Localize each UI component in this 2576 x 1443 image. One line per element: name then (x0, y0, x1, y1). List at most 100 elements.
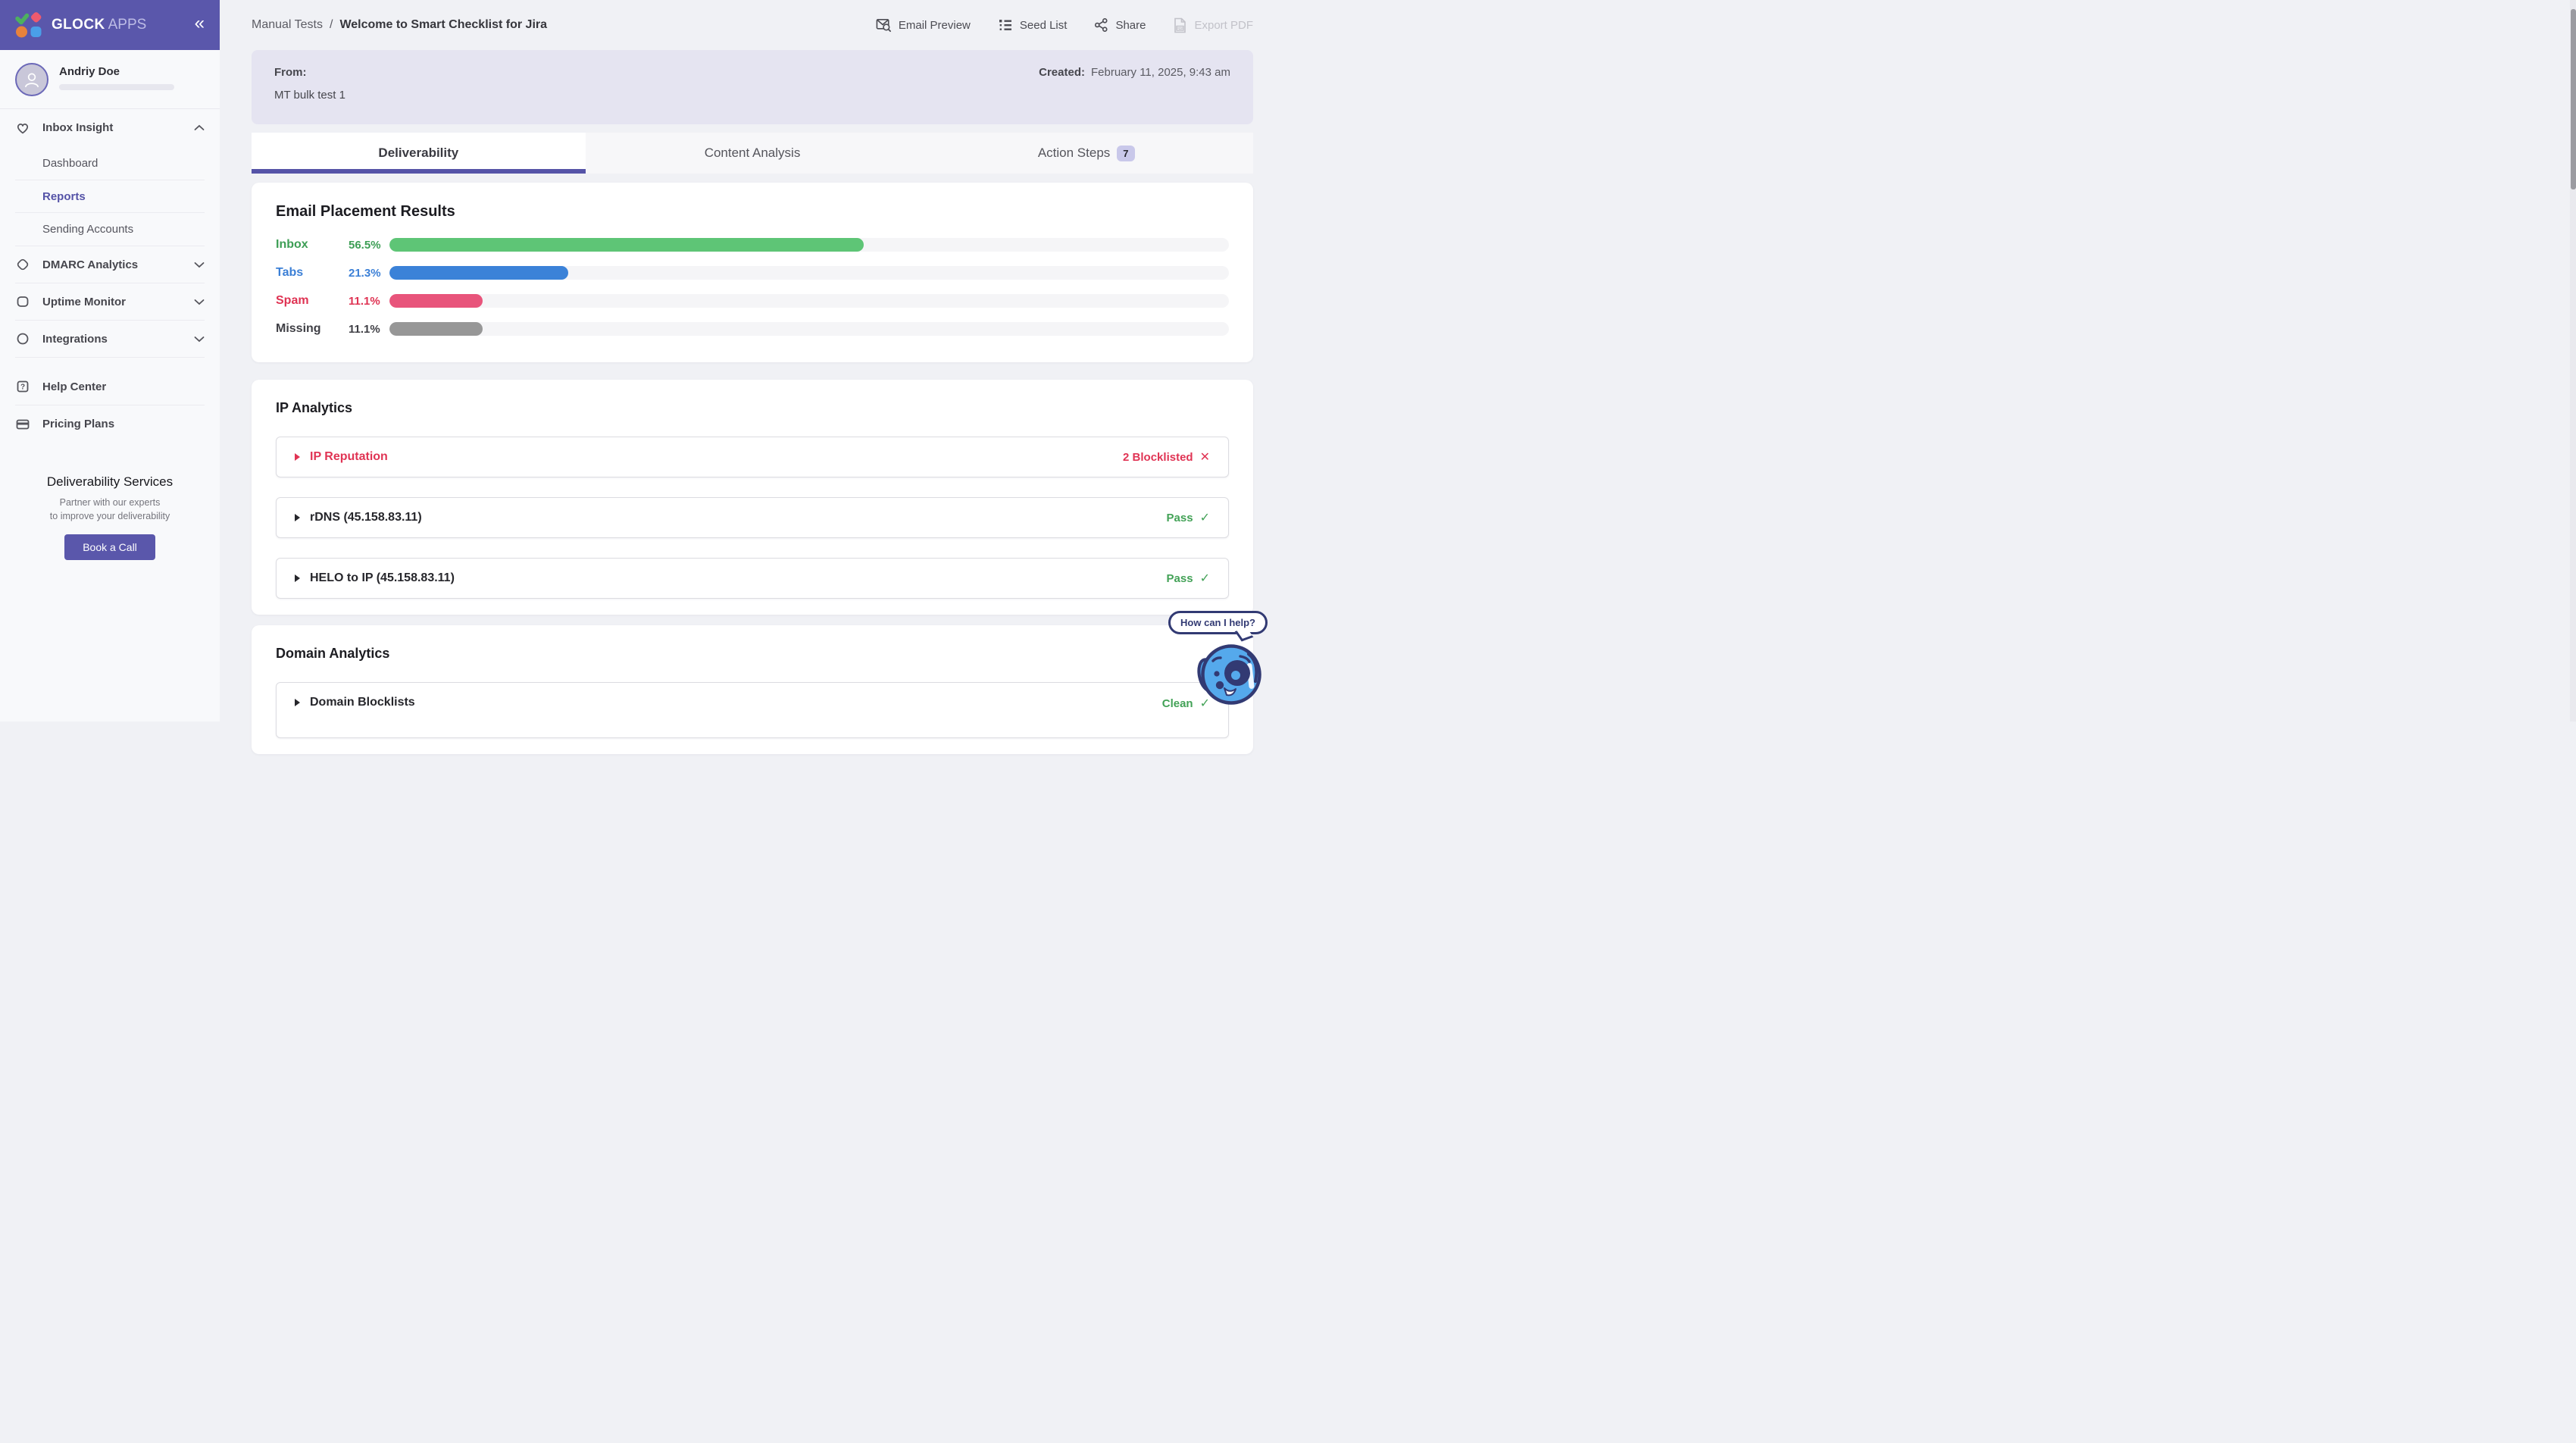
bar-value: 11.1% (349, 323, 389, 336)
section-title: IP Analytics (276, 400, 1229, 416)
credit-card-icon (15, 417, 30, 432)
sidebar-item-help-center[interactable]: ? Help Center (15, 368, 205, 405)
status-badge: Pass ✓ (1167, 510, 1210, 525)
svg-text:PDF: PDF (1177, 26, 1183, 30)
sidebar-header: GLOCKAPPS « (0, 0, 220, 50)
section-title: Email Placement Results (276, 203, 1229, 221)
bar-label: Spam (276, 294, 349, 308)
bar-value: 56.5% (349, 239, 389, 252)
action-label: Export PDF (1194, 19, 1253, 32)
row-label-wrap: IP Reputation (295, 450, 388, 464)
person-icon (22, 70, 42, 89)
chevron-down-icon (194, 333, 205, 346)
sidebar-item-inbox-insight[interactable]: Inbox Insight (15, 109, 205, 146)
row-label: HELO to IP (45.158.83.11) (310, 571, 455, 585)
chatbot-speech-bubble[interactable]: How can I help? (1168, 611, 1268, 634)
bar-fill (389, 266, 568, 280)
sidebar-item-dashboard[interactable]: Dashboard (15, 146, 205, 180)
report-tabs: Deliverability Content Analysis Action S… (252, 133, 1253, 174)
placement-bars: Inbox 56.5% Tabs 21.3% Spam 11.1% Missin… (276, 238, 1229, 336)
sidebar-item-pricing-plans[interactable]: Pricing Plans (15, 405, 205, 443)
email-preview-icon (876, 17, 892, 33)
sidebar-item-label: Help Center (42, 380, 106, 393)
user-name: Andriy Doe (59, 65, 174, 78)
row-label-wrap: rDNS (45.158.83.11) (295, 511, 422, 524)
sidebar-menu: Inbox Insight Dashboard Reports Sending … (0, 109, 220, 443)
bar-value: 21.3% (349, 267, 389, 280)
user-email-redacted (59, 84, 174, 90)
sidebar-item-label: Reports (42, 190, 86, 203)
tab-label: Content Analysis (705, 146, 801, 161)
tab-label: Deliverability (378, 146, 458, 161)
sidebar-item-integrations[interactable]: Integrations (15, 321, 205, 358)
sidebar-item-label: DMARC Analytics (42, 258, 138, 271)
tab-action-steps[interactable]: Action Steps 7 (919, 133, 1253, 174)
helo-to-ip-row[interactable]: HELO to IP (45.158.83.11) Pass ✓ (276, 558, 1229, 599)
brand-light: APPS (108, 17, 147, 33)
sidebar-item-sending-accounts[interactable]: Sending Accounts (15, 213, 205, 246)
check-icon: ✓ (1200, 571, 1210, 586)
export-pdf-button[interactable]: PDF Export PDF (1173, 17, 1253, 33)
row-label: Domain Blocklists (310, 696, 415, 709)
bar-fill (389, 294, 483, 308)
glockapps-logo-icon (15, 11, 42, 39)
email-preview-button[interactable]: Email Preview (876, 17, 971, 33)
bar-fill (389, 322, 483, 336)
scrollbar-track[interactable] (2570, 0, 2576, 722)
row-label: IP Reputation (310, 450, 388, 464)
status-badge: 2 Blocklisted ✕ (1123, 449, 1210, 465)
user-profile[interactable]: Andriy Doe (0, 50, 220, 109)
sidebar-item-dmarc-analytics[interactable]: DMARC Analytics (15, 246, 205, 283)
tab-content-analysis[interactable]: Content Analysis (586, 133, 920, 174)
created-info: Created:February 11, 2025, 9:43 am (1039, 66, 1230, 108)
share-button[interactable]: Share (1094, 17, 1146, 33)
seed-list-icon (998, 17, 1013, 33)
share-icon (1094, 17, 1108, 33)
created-label: Created: (1039, 66, 1085, 79)
tab-deliverability[interactable]: Deliverability (252, 133, 586, 174)
chevron-down-icon (194, 258, 205, 271)
check-icon: ✓ (1200, 510, 1210, 525)
domain-blocklists-row[interactable]: Domain Blocklists Clean ✓ (276, 682, 1229, 738)
expand-triangle-icon (295, 453, 300, 461)
svg-text:?: ? (20, 383, 25, 392)
sidebar-item-uptime-monitor[interactable]: Uptime Monitor (15, 283, 205, 321)
breadcrumb-parent[interactable]: Manual Tests (252, 18, 323, 32)
sidebar-item-label: Sending Accounts (42, 223, 133, 236)
seed-list-button[interactable]: Seed List (998, 17, 1068, 33)
section-title: Domain Analytics (276, 646, 1229, 662)
sidebar-item-reports[interactable]: Reports (15, 180, 205, 213)
chatbot-mascot-button[interactable] (1196, 640, 1262, 711)
bar-label: Missing (276, 322, 349, 336)
scrollbar-thumb[interactable] (2571, 9, 2576, 189)
book-a-call-button[interactable]: Book a Call (64, 534, 155, 560)
from-label: From: (274, 66, 345, 79)
placement-row-tabs: Tabs 21.3% (276, 266, 1229, 280)
domain-analytics-card: Domain Analytics Domain Blocklists Clean… (252, 625, 1253, 754)
ip-analytics-card: IP Analytics IP Reputation 2 Blocklisted… (252, 380, 1253, 615)
placement-row-spam: Spam 11.1% (276, 294, 1229, 308)
row-label-wrap: Domain Blocklists (295, 696, 415, 709)
bar-track (389, 266, 1229, 280)
sidebar-item-label: Integrations (42, 333, 108, 346)
breadcrumb-current: Welcome to Smart Checklist for Jira (339, 18, 547, 32)
status-badge: Pass ✓ (1167, 571, 1210, 586)
diamond-icon (15, 257, 30, 272)
sidebar-item-label: Inbox Insight (42, 121, 113, 134)
pdf-icon: PDF (1173, 17, 1187, 33)
promo-title: Deliverability Services (15, 474, 205, 490)
placement-row-missing: Missing 11.1% (276, 322, 1229, 336)
bar-track (389, 322, 1229, 336)
placement-row-inbox: Inbox 56.5% (276, 238, 1229, 252)
breadcrumb-separator: / (330, 18, 333, 32)
cross-icon: ✕ (1200, 449, 1210, 465)
heart-icon (15, 121, 30, 136)
rdns-row[interactable]: rDNS (45.158.83.11) Pass ✓ (276, 497, 1229, 538)
breadcrumb: Manual Tests / Welcome to Smart Checklis… (252, 18, 547, 32)
sidebar-collapse-icon[interactable]: « (195, 14, 205, 36)
bar-fill (389, 238, 864, 252)
avatar (15, 63, 48, 96)
action-steps-count-badge: 7 (1117, 146, 1134, 161)
ip-reputation-row[interactable]: IP Reputation 2 Blocklisted ✕ (276, 437, 1229, 477)
from-value: MT bulk test 1 (274, 89, 345, 102)
